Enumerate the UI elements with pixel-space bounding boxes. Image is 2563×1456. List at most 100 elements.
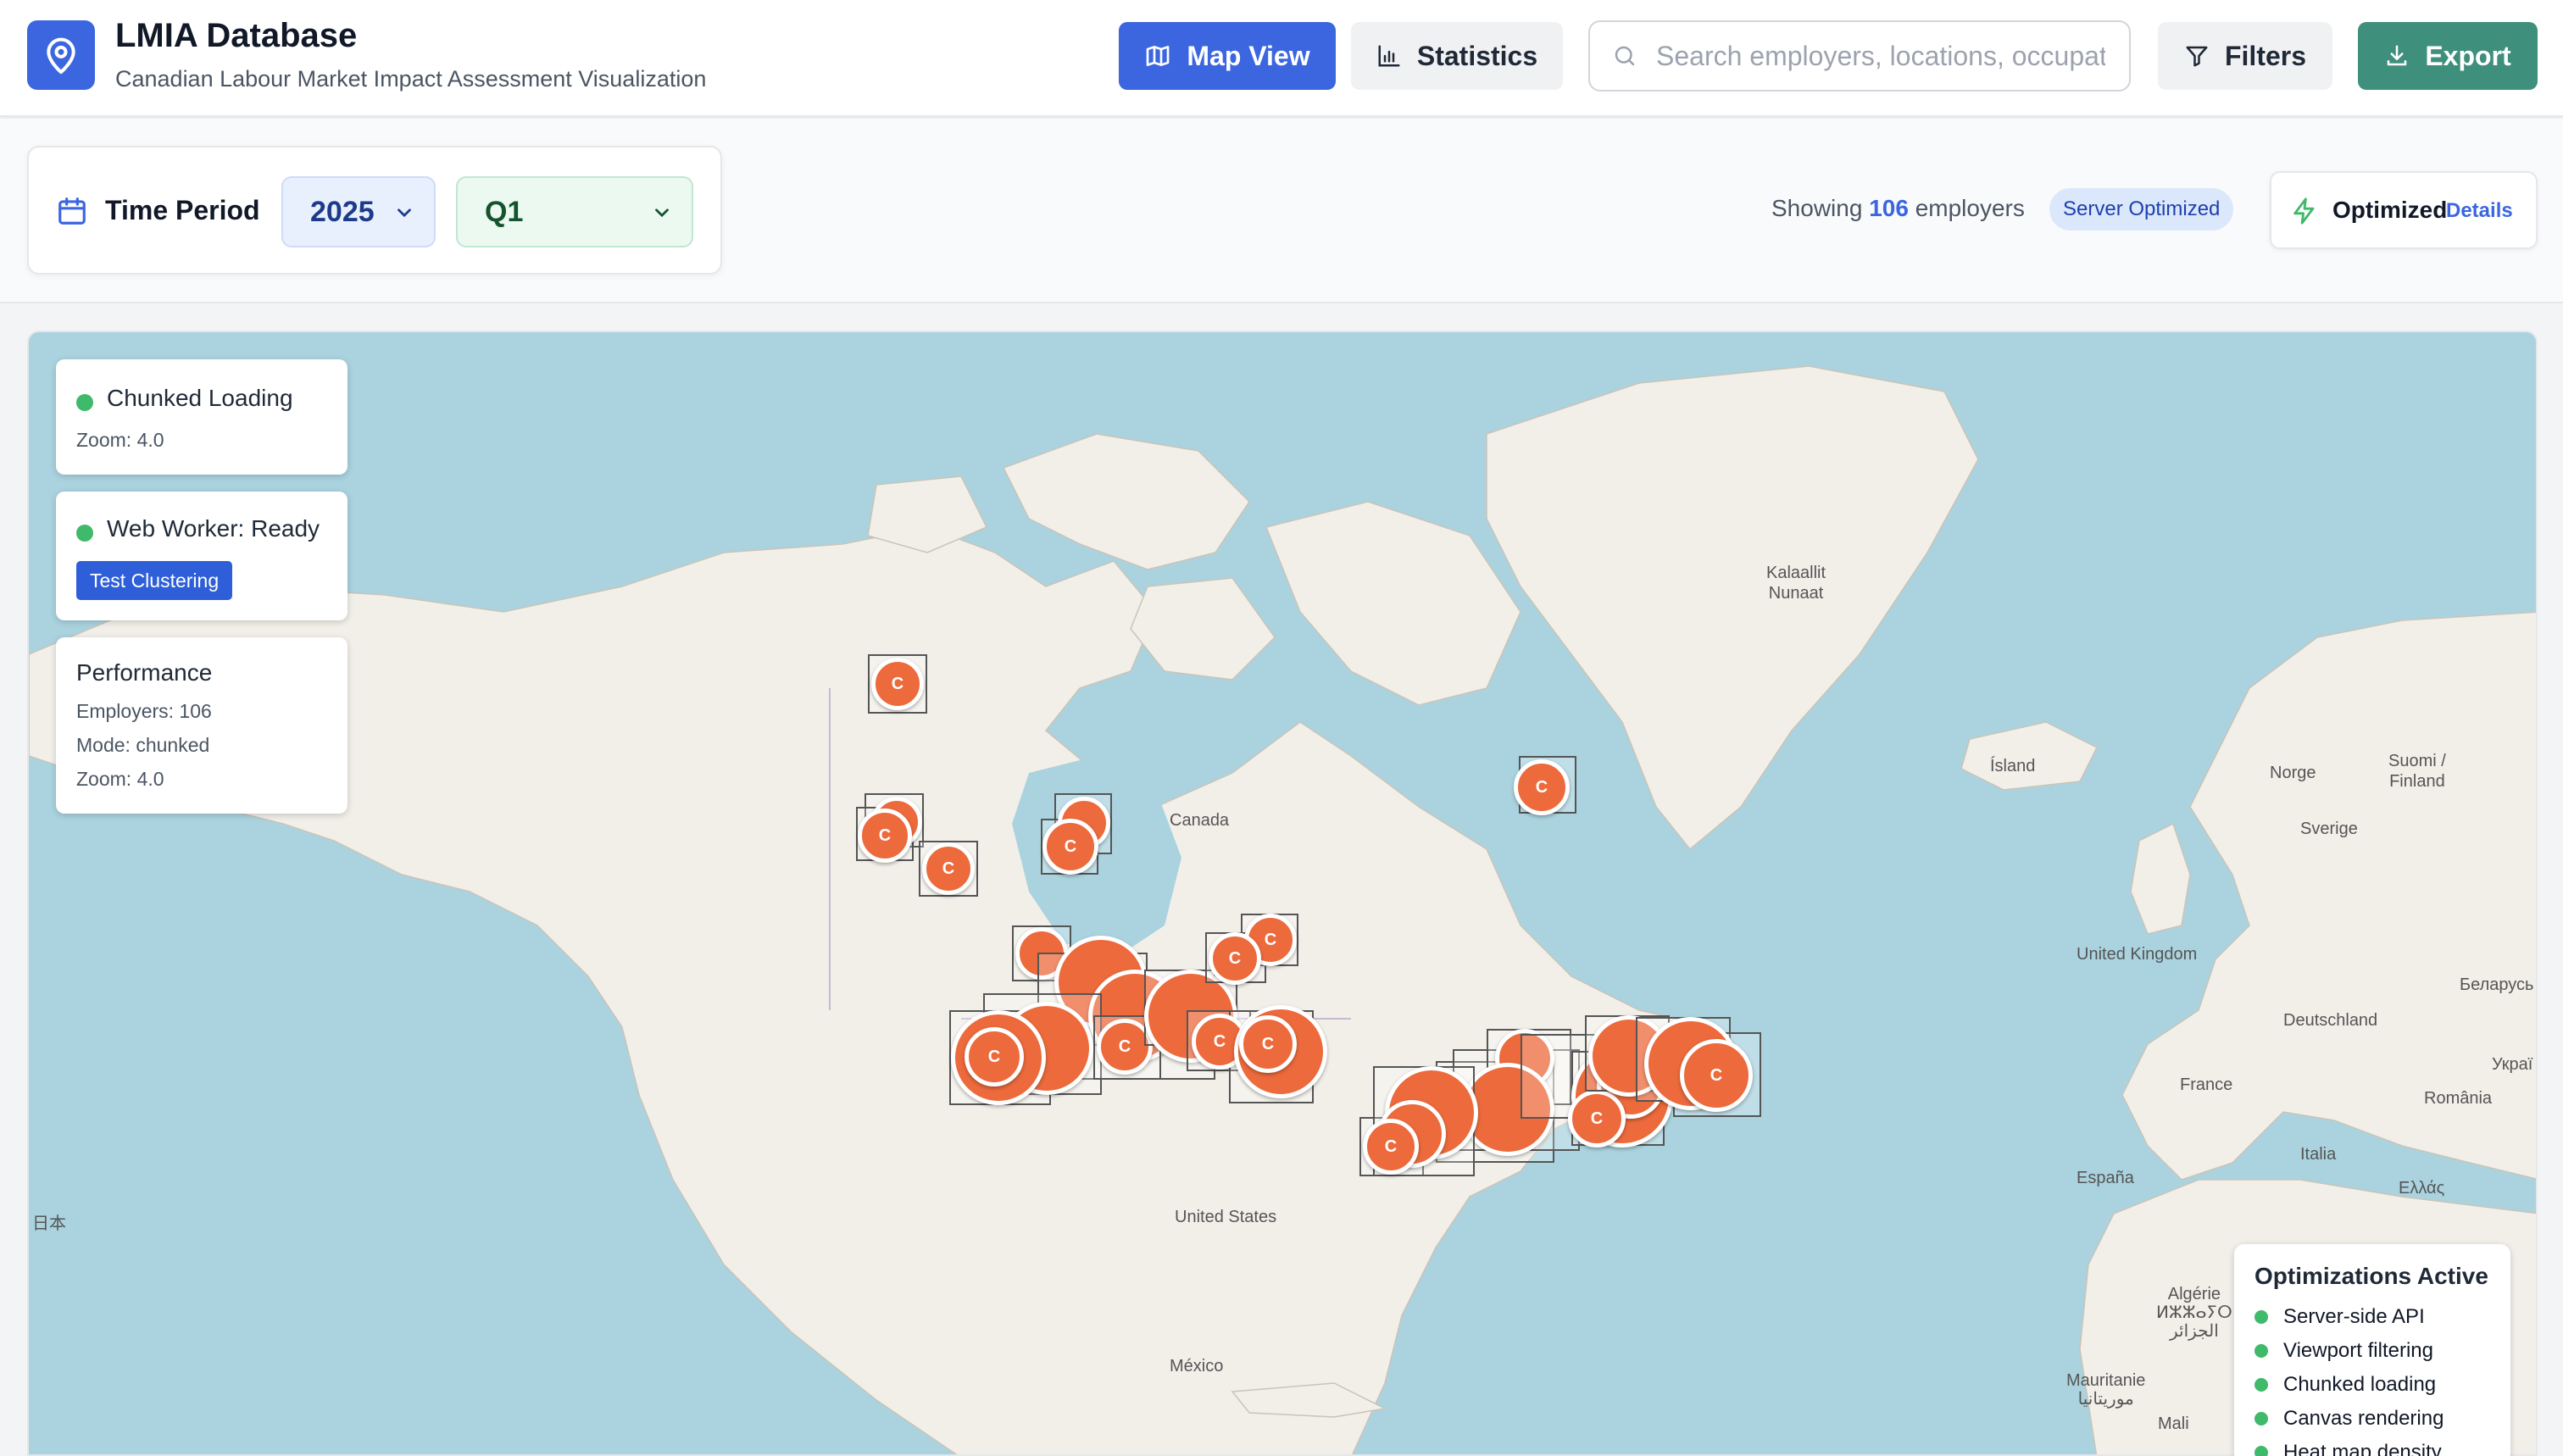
status-dot [2254, 1344, 2268, 1358]
optimization-label: Canvas rendering [2283, 1407, 2444, 1430]
year-value: 2025 [310, 195, 375, 228]
details-link[interactable]: Details [2446, 199, 2513, 223]
search-icon [1615, 46, 1635, 66]
performance-zoom: Zoom: 4.0 [76, 768, 164, 790]
statistics-button[interactable]: Statistics [1351, 22, 1563, 90]
status-dot [76, 524, 93, 542]
filter-icon [2186, 46, 2208, 67]
performance-employers: Employers: 106 [76, 700, 212, 722]
filters-label: Filters [2224, 40, 2307, 71]
chunked-loading-title: Chunked Loading [107, 385, 293, 411]
quarter-value: Q1 [485, 195, 524, 228]
chunked-loading-card: Chunked Loading Zoom: 4.0 [56, 359, 347, 475]
map-view-button[interactable]: Map View [1119, 22, 1336, 90]
showing-count: Showing 106 employers [1771, 195, 2025, 222]
app-subtitle: Canadian Labour Market Impact Assessment… [115, 66, 707, 92]
performance-card: Performance Employers: 106 Mode: chunked… [56, 637, 347, 814]
label-norge: Norge [2270, 764, 2316, 782]
test-clustering-button[interactable]: Test Clustering [76, 561, 233, 600]
map-view-label: Map View [1187, 40, 1310, 71]
export-button[interactable]: Export [2358, 22, 2538, 90]
lightning-icon [2293, 197, 2315, 225]
optimization-item: Viewport filtering [2254, 1334, 2490, 1368]
optimization-item: Canvas rendering [2254, 1402, 2490, 1436]
cluster-circle: C [1239, 1015, 1297, 1073]
time-period-card: Time Period 2025 Q1 [27, 146, 722, 275]
app-header: LMIA Database Canadian Labour Market Imp… [0, 0, 2563, 117]
map-canvas[interactable]: Kalaallit Nunaat Canada Ísland Norge Suo… [27, 331, 2538, 1456]
performance-mode: Mode: chunked [76, 734, 210, 756]
label-espana: España [2077, 1169, 2134, 1187]
cluster-circle: C [1680, 1039, 1753, 1112]
filter-toolbar: Time Period 2025 Q1 Showing 106 employer… [0, 119, 2563, 303]
cluster-circle: C [858, 809, 912, 863]
status-dot [2254, 1378, 2268, 1392]
performance-title: Performance [76, 659, 213, 686]
cluster-circle: C [1568, 1090, 1626, 1148]
label-suomi: Suomi / Finland [2388, 752, 2446, 791]
map-icon [1147, 46, 1170, 66]
status-dot [2254, 1412, 2268, 1425]
label-ukraine: Украї [2492, 1055, 2533, 1074]
filters-button[interactable]: Filters [2158, 22, 2332, 90]
bar-chart-icon [1378, 45, 1400, 67]
search-input[interactable] [1656, 40, 2105, 72]
label-italia: Italia [2300, 1145, 2337, 1164]
cluster-circle: C [922, 842, 975, 895]
cluster-circle: C [1363, 1119, 1419, 1175]
cluster-circle: C [1209, 932, 1261, 985]
year-select[interactable]: 2025 [281, 176, 436, 247]
label-mali: Mali [2158, 1414, 2189, 1433]
search-box [1588, 20, 2131, 92]
time-period-label: Time Period [105, 195, 260, 225]
download-icon [2388, 45, 2407, 66]
status-dot [76, 393, 93, 411]
web-worker-row: Web Worker: Ready [76, 515, 320, 542]
optimized-label: Optimized [2332, 197, 2448, 223]
optimization-label: Viewport filtering [2283, 1339, 2433, 1362]
label-island: Ísland [1990, 757, 2036, 775]
chunked-zoom: Zoom: 4.0 [76, 429, 164, 451]
calendar-icon [58, 197, 86, 225]
cluster-circle: C [965, 1027, 1024, 1086]
web-worker-card: Web Worker: Ready Test Clustering [56, 492, 347, 620]
optimization-item: Server-side API [2254, 1300, 2490, 1334]
status-dot [2254, 1310, 2268, 1324]
label-mexico: México [1170, 1357, 1224, 1375]
label-ellas: Ελλάς [2399, 1179, 2445, 1198]
label-greenland: Kalaallit Nunaat [1766, 564, 1826, 603]
label-japan: 日本 [32, 1214, 66, 1233]
label-canada: Canada [1170, 811, 1230, 830]
optimizations-legend: Optimizations Active Server-side API Vie… [2234, 1244, 2510, 1456]
optimized-status: Optimized Details [2270, 171, 2538, 249]
label-deutschland: Deutschland [2283, 1011, 2378, 1030]
showing-suffix: employers [1915, 195, 2025, 221]
optimization-label: Chunked loading [2283, 1373, 2437, 1396]
employer-count: 106 [1869, 195, 1909, 221]
optimization-label: Heat map density [2283, 1441, 2442, 1456]
optimizations-title: Optimizations Active [2254, 1263, 2488, 1289]
cluster-circle: C [871, 658, 924, 710]
web-worker-title: Web Worker: Ready [107, 515, 320, 542]
label-france: France [2180, 1075, 2233, 1094]
optimization-item: Chunked loading [2254, 1368, 2490, 1402]
label-uk: United Kingdom [2077, 945, 2198, 964]
status-dot [2254, 1446, 2268, 1456]
logo [27, 20, 95, 90]
chevron-down-icon [398, 208, 411, 218]
export-label: Export [2425, 40, 2511, 71]
label-sverige: Sverige [2300, 820, 2358, 838]
optimization-item: Heat map density [2254, 1436, 2490, 1456]
label-us: United States [1175, 1208, 1277, 1226]
cluster-circle: C [1042, 819, 1098, 875]
optimization-label: Server-side API [2283, 1305, 2425, 1328]
chevron-down-icon [655, 208, 669, 218]
label-romania: România [2424, 1089, 2493, 1108]
chunked-loading-row: Chunked Loading [76, 385, 293, 412]
map-pin-icon [47, 37, 75, 75]
label-mauritanie: Mauritanie موريتانيا [2066, 1371, 2146, 1409]
showing-prefix: Showing [1771, 195, 1863, 221]
server-optimized-badge: Server Optimized [2049, 188, 2234, 231]
label-belarus: Беларусь [2460, 975, 2534, 994]
quarter-select[interactable]: Q1 [456, 176, 693, 247]
